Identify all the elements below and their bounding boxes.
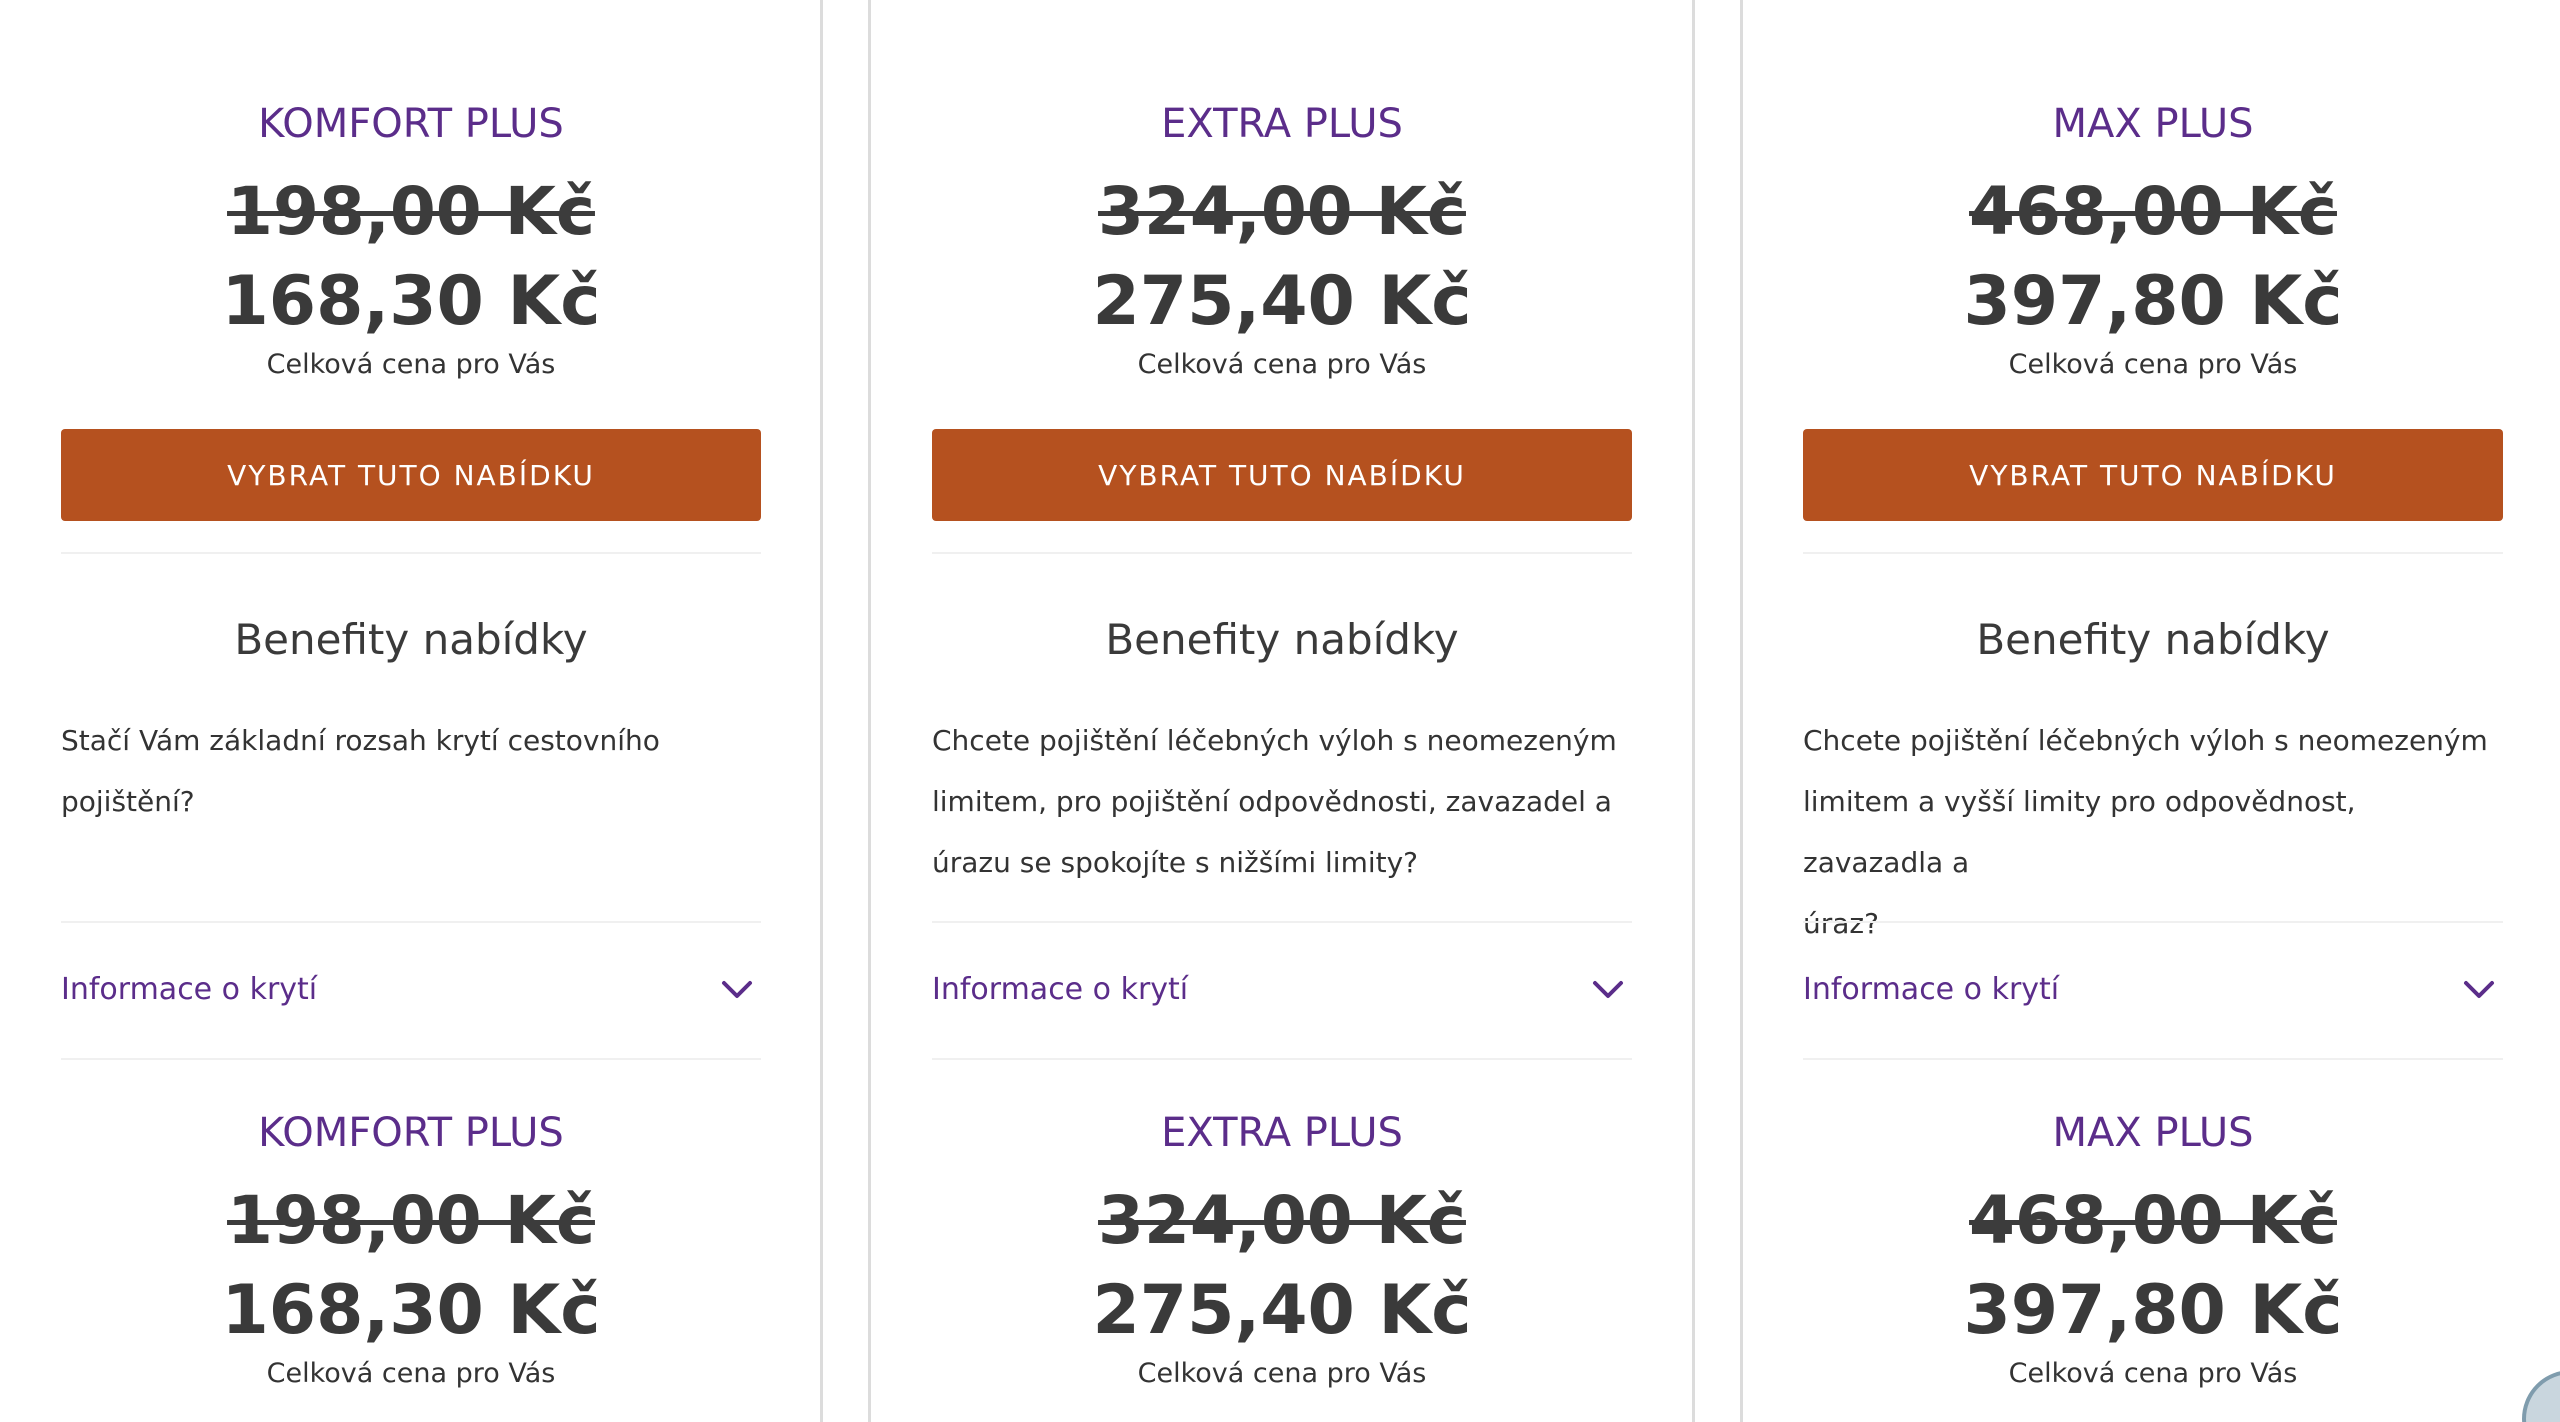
discounted-price: 275,40 Kč <box>1092 1271 1472 1350</box>
accordion-label: Informace o krytí <box>932 971 1189 1007</box>
chevron-down-icon <box>1593 981 1623 998</box>
column-divider <box>868 0 871 1422</box>
plan-name: KOMFORT PLUS <box>258 101 564 147</box>
plan-name: EXTRA PLUS <box>1161 101 1403 147</box>
discounted-price: 397,80 Kč <box>1963 262 2343 341</box>
benefits-description: Chcete pojištění léčebných výloh s neome… <box>1803 710 2503 954</box>
discounted-price: 397,80 Kč <box>1963 1271 2343 1350</box>
benefits-line: úraz? <box>1803 907 1879 940</box>
price-caption: Celková cena pro Vás <box>2008 349 2298 380</box>
column-divider <box>1692 0 1695 1422</box>
discounted-price: 168,30 Kč <box>221 262 601 341</box>
plan-name: EXTRA PLUS <box>1161 1110 1403 1156</box>
benefits-line: Stačí Vám základní rozsah krytí cestovní… <box>61 724 660 818</box>
original-price: 324,00 Kč <box>1098 1182 1466 1259</box>
separator <box>1803 552 2503 554</box>
plan-card-extra-plus: EXTRA PLUS 324,00 Kč 275,40 Kč Celková c… <box>932 0 1632 1422</box>
separator <box>61 1058 761 1060</box>
price-caption: Celková cena pro Vás <box>266 1358 556 1389</box>
separator <box>1803 921 2503 923</box>
benefits-title: Benefity nabídky <box>1105 615 1459 664</box>
coverage-info-accordion[interactable]: Informace o krytí <box>61 955 761 1023</box>
price-caption: Celková cena pro Vás <box>1137 349 1427 380</box>
separator <box>932 1058 1632 1060</box>
price-caption: Celková cena pro Vás <box>266 349 556 380</box>
coverage-info-accordion[interactable]: Informace o krytí <box>932 955 1632 1023</box>
plan-name: MAX PLUS <box>2052 1110 2254 1156</box>
accordion-label: Informace o krytí <box>1803 971 2060 1007</box>
benefits-title: Benefity nabídky <box>234 615 588 664</box>
original-price: 468,00 Kč <box>1969 1182 2337 1259</box>
select-offer-button[interactable]: VYBRAT TUTO NABÍDKU <box>61 429 761 521</box>
original-price: 324,00 Kč <box>1098 173 1466 250</box>
benefits-line: Chcete pojištění léčebných výloh s neome… <box>1803 724 2488 757</box>
select-offer-button[interactable]: VYBRAT TUTO NABÍDKU <box>932 429 1632 521</box>
select-offer-button[interactable]: VYBRAT TUTO NABÍDKU <box>1803 429 2503 521</box>
benefits-description: Stačí Vám základní rozsah krytí cestovní… <box>61 710 761 832</box>
separator <box>932 921 1632 923</box>
benefits-line: limitem a vyšší limity pro odpovědnost, … <box>1803 785 2356 879</box>
separator <box>1803 1058 2503 1060</box>
plan-name: KOMFORT PLUS <box>258 1110 564 1156</box>
benefits-line: limitem, pro pojištění odpovědnosti, zav… <box>932 785 1612 818</box>
accordion-label: Informace o krytí <box>61 971 318 1007</box>
discounted-price: 275,40 Kč <box>1092 262 1472 341</box>
price-caption: Celková cena pro Vás <box>1137 1358 1427 1389</box>
benefits-title: Benefity nabídky <box>1976 615 2330 664</box>
plan-comparison-grid: KOMFORT PLUS 198,00 Kč 168,30 Kč Celková… <box>0 0 2560 1422</box>
original-price: 468,00 Kč <box>1969 173 2337 250</box>
column-divider <box>1740 0 1743 1422</box>
separator <box>61 921 761 923</box>
chevron-down-icon <box>722 981 752 998</box>
discounted-price: 168,30 Kč <box>221 1271 601 1350</box>
original-price: 198,00 Kč <box>227 173 595 250</box>
plan-card-komfort-plus: KOMFORT PLUS 198,00 Kč 168,30 Kč Celková… <box>61 0 761 1422</box>
price-caption: Celková cena pro Vás <box>2008 1358 2298 1389</box>
original-price: 198,00 Kč <box>227 1182 595 1259</box>
plan-card-max-plus: MAX PLUS 468,00 Kč 397,80 Kč Celková cen… <box>1803 0 2503 1422</box>
plan-name: MAX PLUS <box>2052 101 2254 147</box>
separator <box>61 552 761 554</box>
benefits-description: Chcete pojištění léčebných výloh s neome… <box>932 710 1632 893</box>
benefits-line: Chcete pojištění léčebných výloh s neome… <box>932 724 1617 757</box>
chat-widget-icon[interactable] <box>2522 1370 2560 1422</box>
column-divider <box>820 0 823 1422</box>
benefits-line: úrazu se spokojíte s nižšími limity? <box>932 846 1419 879</box>
coverage-info-accordion[interactable]: Informace o krytí <box>1803 955 2503 1023</box>
chevron-down-icon <box>2464 981 2494 998</box>
separator <box>932 552 1632 554</box>
